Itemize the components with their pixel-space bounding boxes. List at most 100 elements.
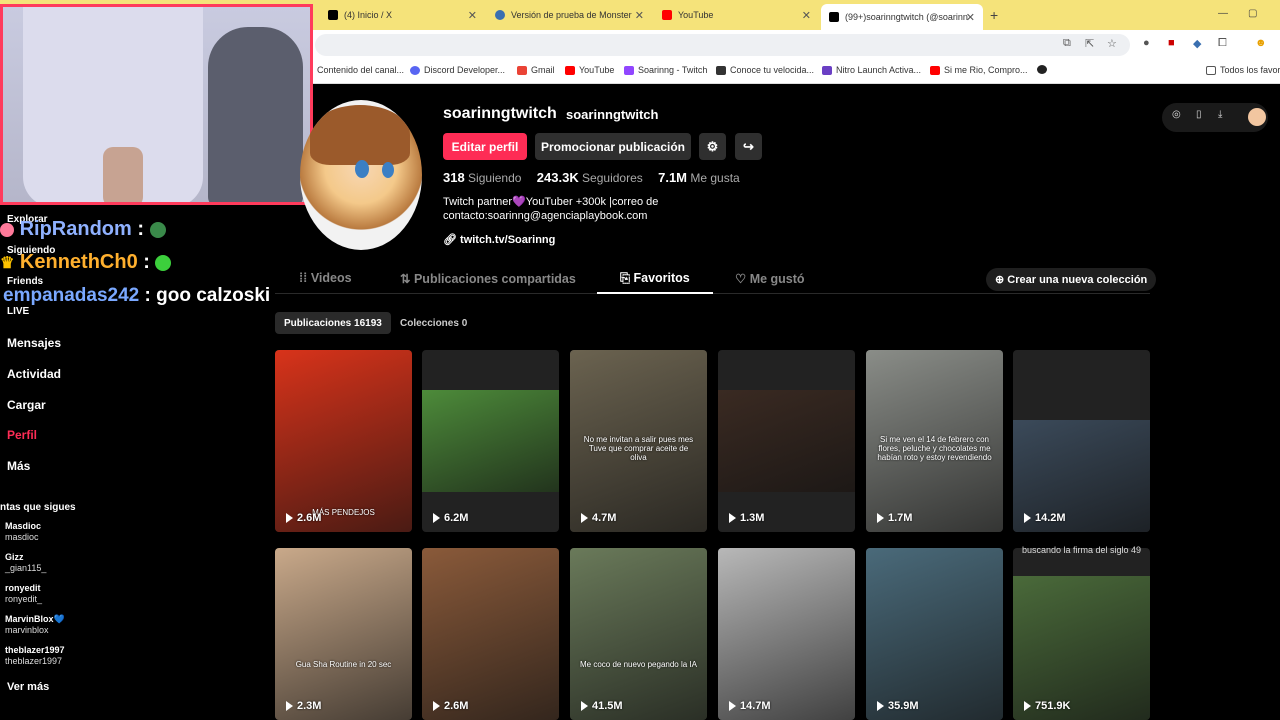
bookmark-icon: ⎘	[620, 271, 631, 285]
nav-more[interactable]: Más	[7, 459, 30, 473]
play-icon	[433, 701, 440, 712]
profile-link[interactable]: 🔗︎ twitch.tv/Soarinng	[443, 233, 555, 246]
bookmark[interactable]: YouTube	[565, 65, 614, 75]
following-accounts-title: ntas que sigues	[0, 502, 76, 513]
compass-icon[interactable]: ◎	[1172, 109, 1181, 120]
tab-favorites[interactable]: ⎘ Favoritos	[620, 271, 690, 286]
close-icon[interactable]: ✕	[468, 9, 477, 22]
share-icon[interactable]: ↪	[735, 133, 762, 160]
video-thumbnail[interactable]: 6.2M	[422, 350, 559, 532]
star-icon[interactable]: ☆	[1107, 37, 1117, 50]
extension-icon[interactable]: ◆	[1193, 37, 1201, 50]
download-icon[interactable]: ⤓	[1218, 109, 1222, 120]
browser-tab[interactable]: Versión de prueba de Monster ✕	[487, 4, 652, 26]
settings-icon[interactable]: ⚙	[699, 133, 726, 160]
maximize-icon[interactable]: ▢	[1248, 8, 1257, 19]
new-tab-icon[interactable]: +	[990, 7, 998, 23]
followed-account[interactable]: Masdioc masdioc	[5, 521, 41, 543]
user-avatar[interactable]	[1248, 108, 1266, 126]
minimize-icon[interactable]: —	[1218, 8, 1228, 19]
video-thumbnail[interactable]: Si me ven el 14 de febrero con flores, p…	[866, 350, 1003, 532]
promote-post-button[interactable]: Promocionar publicación	[535, 133, 691, 160]
video-image	[866, 548, 1003, 720]
bookmark[interactable]	[1037, 65, 1051, 74]
nav-profile[interactable]: Perfil	[7, 428, 37, 442]
tab-reposts[interactable]: ⇅ Publicaciones compartidas	[400, 271, 576, 286]
profile-username: soarinngtwitch	[443, 105, 557, 122]
video-thumbnail[interactable]: 751.9K	[1013, 548, 1150, 720]
followed-account[interactable]: ronyedit ronyedit_	[5, 583, 42, 605]
bookmark-folder[interactable]: Todos los favori	[1206, 65, 1280, 75]
extension-icon[interactable]: ●	[1143, 37, 1150, 49]
tab-videos[interactable]: ⁞⁞ Videos	[299, 271, 352, 285]
bookmark-label: Contenido del canal...	[317, 65, 405, 75]
profile-avatar[interactable]	[300, 100, 422, 250]
followed-account[interactable]: theblazer1997 theblazer1997	[5, 645, 65, 667]
view-count: 6.2M	[433, 512, 468, 524]
globe-icon	[1037, 65, 1047, 74]
video-thumbnail[interactable]: No me invitan a salir pues mes Tuve que …	[570, 350, 707, 532]
view-count: 2.6M	[286, 512, 321, 524]
view-count: 2.6M	[433, 700, 468, 712]
close-icon[interactable]: ✕	[802, 9, 811, 22]
video-thumbnail[interactable]: Me coco de nuevo pegando la IA 41.5M	[570, 548, 707, 720]
video-thumbnail[interactable]: Gua Sha Routine in 20 sec 2.3M	[275, 548, 412, 720]
subtab-posts[interactable]: Publicaciones 16193	[275, 312, 391, 334]
nav-upload[interactable]: Cargar	[7, 398, 46, 412]
video-image	[1013, 576, 1150, 720]
bookmark[interactable]: Discord Developer...	[410, 65, 505, 75]
translate-icon[interactable]: ⧉	[1063, 37, 1071, 50]
tab-liked[interactable]: ♡ Me gustó	[735, 271, 805, 286]
browser-tab[interactable]: YouTube ✕	[654, 4, 819, 26]
stat-following[interactable]: 318 Siguiendo	[443, 170, 521, 185]
bookmark[interactable]: Contenido del canal...	[317, 65, 404, 75]
chat-user: empanadas242	[3, 285, 140, 306]
video-thumbnail[interactable]: 14.2M	[1013, 350, 1150, 532]
video-thumbnail[interactable]: 2.6M	[422, 548, 559, 720]
stat-followers[interactable]: 243.3K Seguidores	[537, 170, 643, 185]
twitch-icon	[624, 65, 634, 75]
browser-tab-active[interactable]: (99+)soarinngtwitch (@soarinn ✕	[821, 4, 983, 30]
bookmark[interactable]: Si me Rio, Compro...	[930, 65, 1028, 75]
bookmark[interactable]: Soarinng - Twitch	[624, 65, 707, 75]
video-thumbnail[interactable]: 1.3M	[718, 350, 855, 532]
url-field[interactable]	[315, 34, 1130, 56]
video-image	[422, 548, 559, 720]
profile-icon[interactable]: ☻	[1255, 37, 1267, 49]
subtab-collections[interactable]: Colecciones 0	[391, 312, 476, 334]
see-more-link[interactable]: Ver más	[7, 681, 49, 693]
view-count-value: 4.7M	[592, 512, 617, 524]
x-logo-icon	[328, 10, 338, 20]
close-icon[interactable]: ✕	[966, 11, 975, 24]
puzzle-icon[interactable]: ⧠	[1218, 37, 1227, 50]
video-thumbnail[interactable]: 14.7M	[718, 548, 855, 720]
extension-icon[interactable]: ■	[1168, 37, 1175, 49]
avatar-hair	[310, 105, 410, 165]
nav-messages[interactable]: Mensajes	[7, 336, 61, 350]
install-app-icon[interactable]: ⇱	[1085, 37, 1094, 50]
video-image	[275, 350, 412, 532]
play-icon	[729, 701, 736, 712]
followed-account[interactable]: Gizz _gian115_	[5, 552, 46, 574]
phone-icon[interactable]: ▯	[1196, 109, 1202, 120]
video-thumbnail[interactable]: 35.9M	[866, 548, 1003, 720]
folder-icon	[1206, 65, 1216, 75]
video-caption: Me coco de nuevo pegando la IA	[580, 660, 697, 669]
create-collection-button[interactable]: ⊕ Crear una nueva colección	[986, 268, 1157, 291]
monster-icon	[495, 10, 505, 20]
bookmark[interactable]: Nitro Launch Activa...	[822, 65, 921, 75]
close-icon[interactable]: ✕	[635, 9, 644, 22]
plus-circle-icon: ⊕	[995, 274, 1005, 286]
followed-account[interactable]: MarvinBlox💙 marvinblox	[5, 614, 65, 636]
chat-message: empanadas242 : goo calzoski	[3, 285, 270, 307]
tab-label: (4) Inicio / X	[344, 10, 393, 20]
bookmark[interactable]: Gmail	[517, 65, 555, 75]
bookmark[interactable]: Conoce tu velocida...	[716, 65, 814, 75]
video-thumbnail[interactable]: MÁS PENDEJOS 2.6M	[275, 350, 412, 532]
nav-live[interactable]: LIVE	[7, 306, 29, 317]
play-icon	[286, 513, 293, 524]
bio-line: Twitch partner💜YouTuber +300k |correo de	[443, 196, 659, 208]
nav-activity[interactable]: Actividad	[7, 367, 61, 381]
browser-tab[interactable]: (4) Inicio / X ✕	[320, 4, 485, 26]
edit-profile-button[interactable]: Editar perfil	[443, 133, 527, 160]
